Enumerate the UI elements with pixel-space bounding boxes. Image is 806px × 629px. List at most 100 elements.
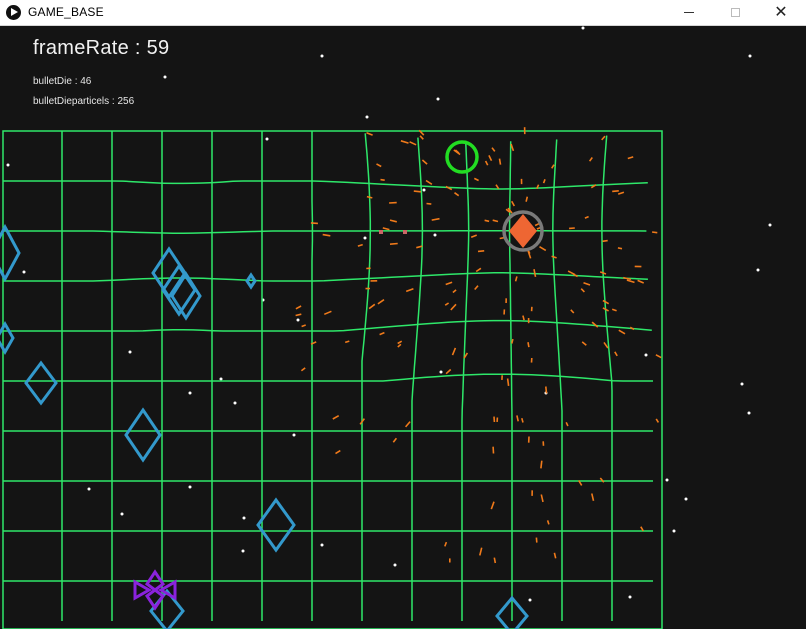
particle [495,184,500,190]
app-icon [6,5,21,20]
particle [612,190,619,193]
particle [637,279,645,284]
particle [488,155,493,162]
particle [655,354,662,359]
particle [470,234,477,238]
star [6,163,10,167]
particle [344,340,350,344]
particle [617,247,623,250]
particle [545,386,548,394]
particle [376,163,382,168]
particle [611,308,617,312]
particle [451,347,457,356]
particle [510,200,516,207]
bullet-die-particles-readout: bulletDieparticels : 256 [33,96,135,107]
star [422,188,426,192]
grid-border [2,130,663,629]
particle [473,177,479,182]
grid-line-vertical [411,137,424,621]
particle [397,343,402,348]
particle [527,342,530,348]
maximize-button[interactable] [712,0,758,25]
star [756,268,760,272]
particle [498,158,502,165]
particle [553,552,557,559]
title-bar[interactable]: GAME_BASE ✕ [0,0,806,26]
particle [514,276,518,282]
boss-enemy-part [144,588,166,611]
particle [332,415,340,420]
particle [366,132,373,136]
particle [416,245,423,249]
minimize-icon [684,12,694,13]
particle [323,310,332,316]
grid-line-vertical [361,133,372,621]
maximize-icon [730,8,740,17]
grid-line-horizontal [3,319,652,332]
particle [655,418,660,423]
star [363,236,367,240]
star [628,595,632,599]
particle [581,341,587,346]
particle [626,279,635,284]
star [241,549,245,553]
particle [565,421,569,427]
particle [542,179,546,184]
particle [599,271,607,275]
particle [379,331,385,336]
particle [445,368,452,375]
particle [588,157,593,162]
particle [533,269,537,278]
particle [522,315,525,321]
star [684,497,688,501]
enemy-diamond [0,320,15,356]
star [87,487,91,491]
particle [444,302,450,306]
particle [389,219,397,223]
particle [310,222,318,225]
particle [295,313,302,317]
frame-rate-readout: frameRate : 59 [33,37,170,59]
particle [492,219,499,223]
star [748,54,752,58]
star [188,485,192,489]
star [365,115,369,119]
game-canvas[interactable] [0,26,806,629]
game-scene [0,26,772,629]
grid-line-vertical [601,135,613,621]
game-window: GAME_BASE ✕ frameRate : 59 bulletDie : 4… [0,0,806,629]
particle [490,501,495,510]
particle [425,179,433,185]
particle [539,246,547,252]
particle [295,305,302,310]
star [665,478,669,482]
star [433,233,437,237]
star [22,270,26,274]
particle [426,202,432,205]
particle [477,250,485,253]
star [128,350,132,354]
star [296,318,300,322]
particle [484,160,489,166]
particle [409,141,417,146]
particle [389,242,398,245]
particle [521,417,524,423]
particle [366,195,373,199]
enemy-diamond [124,407,162,463]
particle [584,215,589,219]
star [436,97,440,101]
grid-line-horizontal [3,180,648,190]
particle [546,520,550,525]
particle [601,135,606,141]
particle [450,303,457,311]
grid-line-vertical [461,140,470,621]
particle [516,415,519,422]
close-button[interactable]: ✕ [758,0,804,25]
minimize-button[interactable] [666,0,712,25]
particle [400,140,409,144]
star [747,411,751,415]
particle [603,341,609,349]
star [439,370,443,374]
target-ring [445,140,479,174]
star [320,543,324,547]
